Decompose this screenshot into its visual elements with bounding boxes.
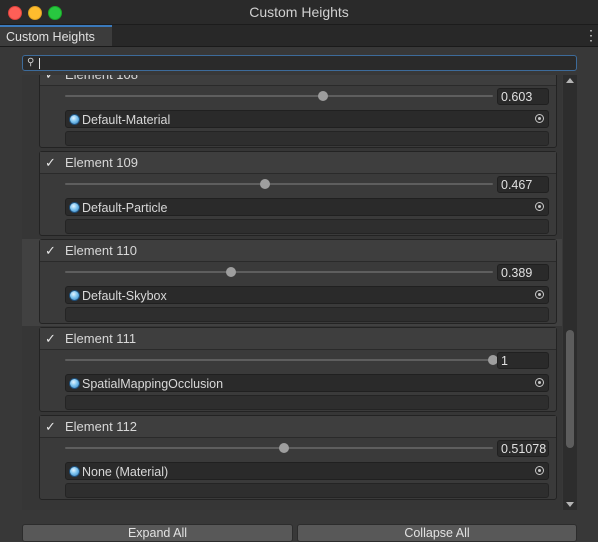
empty-field[interactable] xyxy=(65,395,549,410)
material-icon xyxy=(69,378,80,389)
slider-thumb[interactable] xyxy=(259,179,270,189)
slider-thumb[interactable] xyxy=(278,443,289,453)
text-caret xyxy=(39,58,40,69)
value-input[interactable]: 0.603 xyxy=(497,88,549,105)
element-header[interactable]: ✓ Element 112 xyxy=(40,416,556,438)
title-bar: Custom Heights xyxy=(0,0,598,25)
element-label: Element 110 xyxy=(65,243,138,258)
search-icon: ⚲ xyxy=(27,57,35,68)
element-label: Element 112 xyxy=(65,419,138,434)
height-slider[interactable] xyxy=(65,91,493,101)
element-panel: ✓ Element 110 0.389 Default-Skybox xyxy=(39,239,557,324)
height-slider[interactable] xyxy=(65,179,493,189)
element-header[interactable]: ✓ Element 111 xyxy=(40,328,556,350)
tab-custom-heights[interactable]: Custom Heights xyxy=(0,25,112,46)
list-item[interactable]: ✓ Element 108 0.603 Default-Material xyxy=(22,75,562,150)
element-header[interactable]: ✓ Element 110 xyxy=(40,240,556,262)
list-item[interactable]: ✓ Element 109 0.467 Default-Particle xyxy=(22,151,562,238)
material-field[interactable]: Default-Particle xyxy=(65,198,549,216)
value-input[interactable]: 0.51078 xyxy=(497,440,549,457)
checkmark-icon[interactable]: ✓ xyxy=(45,156,58,169)
element-label: Element 111 xyxy=(65,331,137,346)
material-icon xyxy=(69,290,80,301)
object-picker-icon[interactable] xyxy=(535,290,544,299)
expand-all-button[interactable]: Expand All xyxy=(22,524,293,542)
slider-thumb[interactable] xyxy=(318,91,329,101)
footer-bar: Expand All Collapse All xyxy=(0,520,598,542)
collapse-all-button[interactable]: Collapse All xyxy=(297,524,577,542)
object-picker-icon[interactable] xyxy=(535,378,544,387)
scrollbar-thumb[interactable] xyxy=(566,330,574,448)
value-input[interactable]: 1 xyxy=(497,352,549,369)
material-icon xyxy=(69,202,80,213)
height-slider[interactable] xyxy=(65,355,498,365)
element-panel: ✓ Element 108 0.603 Default-Material xyxy=(39,75,557,148)
value-input[interactable]: 0.467 xyxy=(497,176,549,193)
window: Custom Heights Custom Heights ⋮ ⚲ ✓ Eleme… xyxy=(0,0,598,542)
empty-field[interactable] xyxy=(65,219,549,234)
value-input[interactable]: 0.389 xyxy=(497,264,549,281)
material-field[interactable]: None (Material) xyxy=(65,462,549,480)
object-picker-icon[interactable] xyxy=(535,466,544,475)
more-menu-icon[interactable]: ⋮ xyxy=(584,27,598,43)
material-icon xyxy=(69,114,80,125)
material-label: None (Material) xyxy=(82,465,169,479)
material-field[interactable]: Default-Material xyxy=(65,110,549,128)
scroll-up-arrow-icon[interactable] xyxy=(566,78,574,83)
element-panel: ✓ Element 111 1 SpatialMappingOcclusion xyxy=(39,327,557,412)
checkmark-icon[interactable]: ✓ xyxy=(45,420,58,433)
material-icon xyxy=(69,466,80,477)
object-picker-icon[interactable] xyxy=(535,202,544,211)
empty-field[interactable] xyxy=(65,307,549,322)
element-list[interactable]: ✓ Element 108 0.603 Default-Material ✓ Elemen… xyxy=(22,75,562,510)
vertical-scrollbar[interactable] xyxy=(563,75,577,510)
material-label: SpatialMappingOcclusion xyxy=(82,377,224,391)
empty-field[interactable] xyxy=(65,131,549,146)
checkmark-icon[interactable]: ✓ xyxy=(45,332,58,345)
material-label: Default-Particle xyxy=(82,201,168,215)
element-panel: ✓ Element 112 0.51078 None (Material) xyxy=(39,415,557,500)
list-item[interactable]: ✓ Element 111 1 SpatialMappingOcclusion xyxy=(22,327,562,414)
element-header[interactable]: ✓ Element 109 xyxy=(40,152,556,174)
height-slider[interactable] xyxy=(65,443,493,453)
scroll-down-arrow-icon[interactable] xyxy=(566,502,574,507)
empty-field[interactable] xyxy=(65,483,549,498)
search-input[interactable]: ⚲ xyxy=(22,55,577,71)
checkmark-icon[interactable]: ✓ xyxy=(45,75,58,81)
material-field[interactable]: Default-Skybox xyxy=(65,286,549,304)
window-title: Custom Heights xyxy=(249,4,349,20)
list-item[interactable]: ✓ Element 110 0.389 Default-Skybox xyxy=(22,239,562,326)
material-label: Default-Skybox xyxy=(82,289,167,303)
tab-bar: Custom Heights ⋮ xyxy=(0,25,598,47)
element-panel: ✓ Element 109 0.467 Default-Particle xyxy=(39,151,557,236)
checkmark-icon[interactable]: ✓ xyxy=(45,244,58,257)
object-picker-icon[interactable] xyxy=(535,114,544,123)
material-field[interactable]: SpatialMappingOcclusion xyxy=(65,374,549,392)
slider-thumb[interactable] xyxy=(226,267,237,277)
element-label: Element 108 xyxy=(65,75,138,82)
material-label: Default-Material xyxy=(82,113,171,127)
element-header[interactable]: ✓ Element 108 xyxy=(40,75,556,86)
element-label: Element 109 xyxy=(65,155,138,170)
list-item[interactable]: ✓ Element 112 0.51078 None (Material) xyxy=(22,415,562,502)
height-slider[interactable] xyxy=(65,267,493,277)
